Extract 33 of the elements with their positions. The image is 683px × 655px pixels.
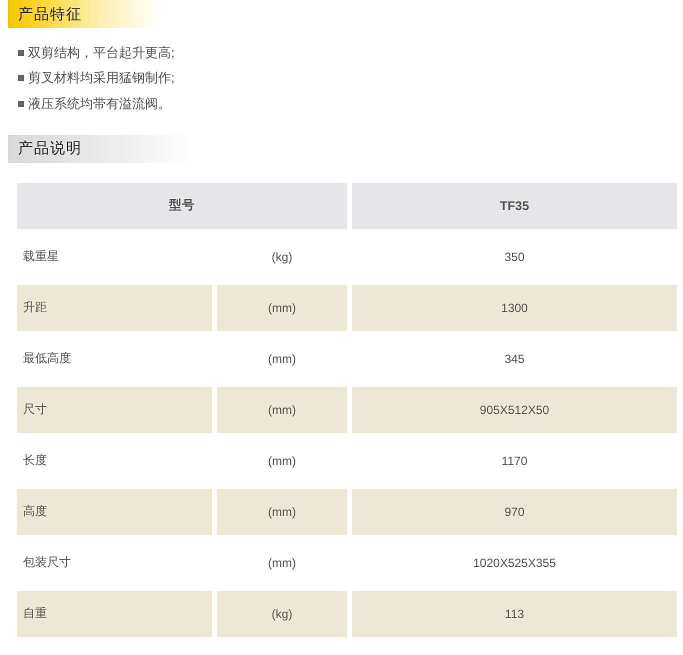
table-cell: 升距 — [17, 284, 212, 330]
table-cell: 113 — [352, 590, 677, 636]
table-cell-text: 包装尺寸 — [22, 554, 72, 571]
table-cell: (kg) — [217, 590, 347, 636]
table-cell: (mm) — [217, 386, 347, 432]
table-cell: (mm) — [217, 284, 347, 330]
table-cell-text: 1020X525X355 — [472, 554, 557, 572]
bullet-icon — [18, 75, 24, 82]
table-cell-text: 1170 — [500, 452, 528, 470]
table-cell-text: 最低高度 — [22, 350, 72, 367]
table-cell: 高度 — [17, 488, 212, 534]
bullet-icon — [18, 50, 24, 56]
table-cell-text: (mm) — [267, 350, 297, 368]
table-cell-text: (mm) — [267, 452, 297, 470]
table-cell: 970 — [352, 488, 677, 534]
table-cell-text: (mm) — [267, 554, 297, 572]
table-cell: 1300 — [352, 284, 677, 330]
table-cell: (mm) — [217, 488, 347, 534]
table-cell: 尺寸 — [17, 386, 212, 432]
column-header: 型号 — [17, 182, 347, 228]
bullet-icon — [18, 100, 24, 107]
feature-text: 液压系统均带有溢流阀。 — [28, 94, 171, 113]
table-cell-text: 载重星 — [22, 248, 60, 265]
table-cell-text: 345 — [503, 350, 526, 368]
column-header: TF35 — [352, 182, 677, 228]
table-cell-text: 长度 — [22, 452, 48, 469]
table-cell: 自重 — [17, 590, 212, 636]
feature-text: 剪叉材料均采用猛钢制作; — [28, 69, 175, 88]
table-cell: 905X512X50 — [352, 386, 677, 432]
table-cell-text: 350 — [503, 248, 526, 266]
table-cell-text: (kg) — [270, 248, 294, 266]
section-heading: 产品特征 — [8, 0, 160, 28]
feature-text: 双剪结构，平台起升更高; — [28, 44, 175, 62]
